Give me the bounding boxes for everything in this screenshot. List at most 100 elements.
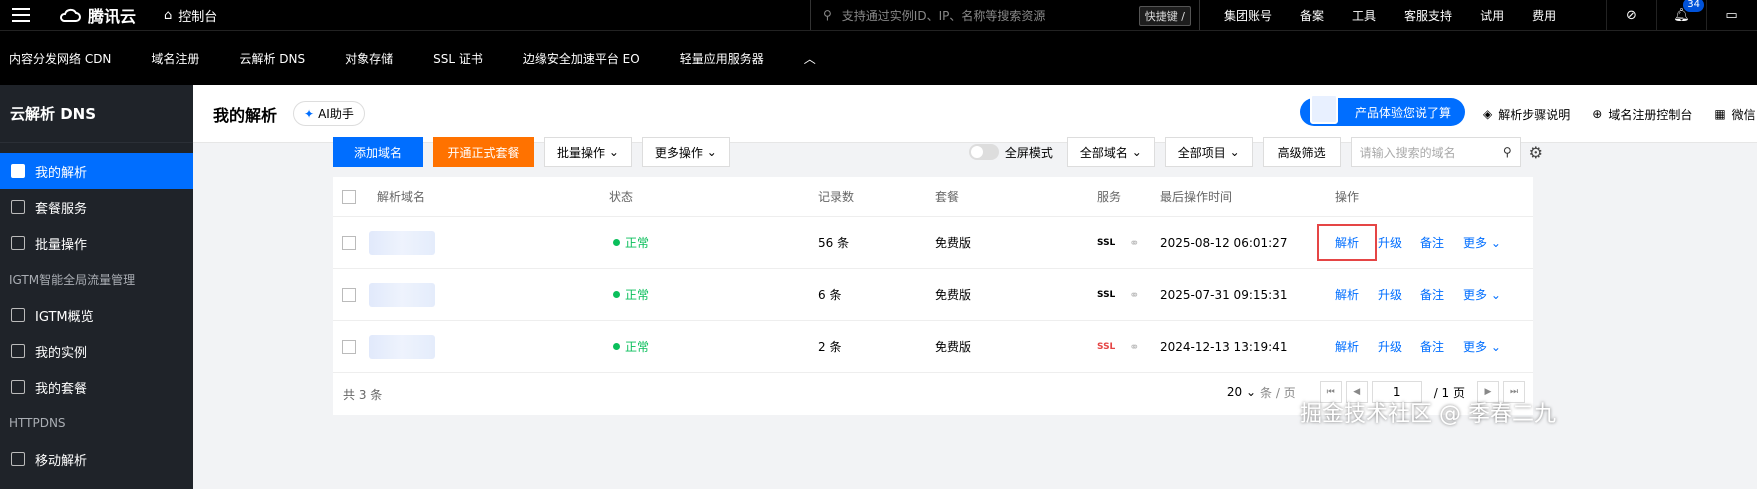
remark-link[interactable]: 备注 bbox=[1420, 217, 1444, 268]
col-records: 记录数 bbox=[818, 190, 855, 204]
gear-icon[interactable]: ⚙ bbox=[1529, 143, 1543, 162]
wechat-link[interactable]: ▦ 微信 bbox=[1714, 106, 1755, 123]
ssl-badge[interactable]: SSL bbox=[1097, 342, 1115, 352]
search-icon: ⚲ bbox=[823, 8, 832, 22]
link-icon[interactable]: ⚭ bbox=[1129, 236, 1139, 250]
remark-link[interactable]: 备注 bbox=[1420, 321, 1444, 372]
support-icon[interactable]: ⊘ bbox=[1606, 0, 1656, 30]
domain-search-input[interactable]: 请输入搜索的域名 ⚲ bbox=[1350, 137, 1521, 167]
more-dropdown[interactable]: 更多 ⌄ bbox=[1463, 321, 1501, 372]
menu-icon[interactable] bbox=[0, 0, 42, 30]
domain-name-redacted[interactable] bbox=[369, 230, 435, 255]
col-service: 服务 bbox=[1097, 190, 1122, 204]
nav-group-account[interactable]: 集团账号 bbox=[1210, 7, 1286, 24]
sidebar-item-igtm-overview[interactable]: IGTM概览 bbox=[0, 297, 193, 333]
product-dns[interactable]: 云解析 DNS bbox=[229, 50, 305, 67]
all-domains-select[interactable]: 全部域名 ⌄ bbox=[1066, 137, 1155, 167]
page-title: 我的解析 bbox=[213, 105, 278, 125]
upgrade-link[interactable]: 升级 bbox=[1378, 321, 1402, 372]
more-dropdown[interactable]: 更多 ⌄ bbox=[1463, 217, 1501, 268]
sidebar-item-plans[interactable]: 套餐服务 bbox=[0, 189, 193, 225]
sidebar-item-mobile-dns[interactable]: 移动解析 bbox=[0, 441, 193, 477]
domain-console-link[interactable]: ⊕ 域名注册控制台 bbox=[1592, 106, 1692, 123]
domain-name-redacted[interactable] bbox=[369, 334, 435, 359]
batch-ops-dropdown[interactable]: 批量操作 ⌄ bbox=[544, 137, 632, 167]
link-icon[interactable]: ⚭ bbox=[1129, 288, 1139, 302]
plan-name: 免费版 bbox=[935, 340, 972, 354]
nav-tools[interactable]: 工具 bbox=[1338, 7, 1390, 24]
add-domain-button[interactable]: 添加域名 bbox=[333, 137, 423, 167]
product-eo[interactable]: 边缘安全加速平台 EO bbox=[513, 50, 640, 67]
page-size-select[interactable]: 20 ⌄ bbox=[1227, 385, 1256, 399]
upgrade-link[interactable]: 升级 bbox=[1378, 269, 1402, 320]
nav-trial[interactable]: 试用 bbox=[1466, 7, 1518, 24]
ssl-badge[interactable]: SSL bbox=[1097, 290, 1115, 300]
global-search[interactable]: ⚲ 支持通过实例ID、IP、名称等搜索资源 快捷键 / bbox=[810, 0, 1200, 30]
ai-assistant-button[interactable]: ✦ AI助手 bbox=[293, 101, 365, 126]
cloud-icon bbox=[60, 8, 81, 22]
resolve-link[interactable]: 解析 bbox=[1316, 224, 1378, 261]
chevron-down-icon: ⌄ bbox=[1490, 235, 1501, 250]
all-projects-label: 全部项目 bbox=[1177, 145, 1226, 160]
nav-billing[interactable]: 费用 bbox=[1518, 7, 1570, 24]
status-dot bbox=[613, 343, 620, 350]
records-count: 6 条 bbox=[818, 288, 842, 302]
top-bar: 腾讯云 ⌂ 控制台 ⚲ 支持通过实例ID、IP、名称等搜索资源 快捷键 / 集团… bbox=[0, 0, 1757, 30]
open-plan-button[interactable]: 开通正式套餐 bbox=[433, 137, 534, 167]
col-plan: 套餐 bbox=[935, 190, 960, 204]
sidebar-item-label: 我的实例 bbox=[35, 345, 88, 361]
search-placeholder: 请输入搜索的域名 bbox=[1359, 145, 1456, 160]
more-ops-dropdown[interactable]: 更多操作 ⌄ bbox=[641, 137, 730, 167]
collapse-icon[interactable]: ︿ bbox=[794, 50, 816, 67]
nav-support[interactable]: 客服支持 bbox=[1390, 7, 1466, 24]
row-checkbox[interactable] bbox=[342, 339, 356, 354]
content: 添加域名 开通正式套餐 批量操作 ⌄ 更多操作 ⌄ 全屏模式 全部域名 ⌄ 全部… bbox=[333, 137, 1543, 415]
upgrade-link[interactable]: 升级 bbox=[1378, 217, 1402, 268]
product-domain[interactable]: 域名注册 bbox=[141, 50, 199, 67]
product-ssl[interactable]: SSL 证书 bbox=[423, 50, 483, 67]
domain-name-redacted[interactable] bbox=[369, 282, 435, 307]
all-projects-select[interactable]: 全部项目 ⌄ bbox=[1164, 137, 1253, 167]
batch-icon bbox=[11, 236, 25, 250]
sidebar-item-my-plans[interactable]: 我的套餐 bbox=[0, 369, 193, 405]
last-op-time: 2025-07-31 09:15:31 bbox=[1160, 287, 1288, 302]
grid-icon bbox=[11, 308, 25, 322]
total-count: 共 3 条 bbox=[343, 387, 383, 402]
advanced-filter-button[interactable]: 高级筛选 bbox=[1262, 137, 1341, 167]
table-row: 正常 6 条 免费版 SSL ⚭ 2025-07-31 09:15:31 解析 升… bbox=[333, 269, 1533, 321]
resolve-link[interactable]: 解析 bbox=[1335, 269, 1359, 320]
product-bar: 内容分发网络 CDN 域名注册 云解析 DNS 对象存储 SSL 证书 边缘安全… bbox=[0, 30, 1757, 85]
toolbar: 添加域名 开通正式套餐 批量操作 ⌄ 更多操作 ⌄ 全屏模式 全部域名 ⌄ 全部… bbox=[333, 137, 1543, 167]
sidebar-item-label: 我的解析 bbox=[35, 165, 88, 181]
console-link[interactable]: ⌂ 控制台 bbox=[164, 6, 217, 25]
message-icon[interactable]: ▭ bbox=[1706, 0, 1756, 30]
sidebar-item-batch[interactable]: 批量操作 bbox=[0, 225, 193, 261]
product-cdn[interactable]: 内容分发网络 CDN bbox=[0, 50, 111, 67]
survey-doc-icon bbox=[1310, 94, 1338, 124]
product-cos[interactable]: 对象存储 bbox=[335, 50, 393, 67]
notification-badge: 34 bbox=[1683, 0, 1704, 12]
bell-icon[interactable]: 🔔︎ 34 bbox=[1656, 0, 1706, 30]
page-header: 我的解析 ✦ AI助手 产品体验您说了算 ◈ 解析步骤说明 ⊕ 域名注册控制台 ▦ 微信 bbox=[193, 85, 1757, 143]
remark-link[interactable]: 备注 bbox=[1420, 269, 1444, 320]
select-all-checkbox[interactable] bbox=[342, 189, 356, 204]
guide-link[interactable]: ◈ 解析步骤说明 bbox=[1483, 106, 1570, 123]
fullscreen-toggle[interactable] bbox=[968, 144, 999, 160]
batch-label: 批量操作 bbox=[557, 145, 606, 160]
promo-banner[interactable]: 产品体验您说了算 bbox=[1300, 94, 1465, 126]
brand-name: 腾讯云 bbox=[88, 7, 137, 26]
nav-record[interactable]: 备案 bbox=[1286, 7, 1338, 24]
ssl-badge[interactable]: SSL bbox=[1097, 238, 1115, 248]
chevron-down-icon: ⌄ bbox=[1490, 339, 1501, 354]
sidebar-item-instances[interactable]: 我的实例 bbox=[0, 333, 193, 369]
more-dropdown[interactable]: 更多 ⌄ bbox=[1463, 269, 1501, 320]
row-checkbox[interactable] bbox=[342, 235, 356, 250]
row-checkbox[interactable] bbox=[342, 287, 356, 302]
resolve-link[interactable]: 解析 bbox=[1335, 321, 1359, 372]
brand-logo[interactable]: 腾讯云 bbox=[58, 3, 136, 27]
sidebar-group-igtm: IGTM智能全局流量管理 bbox=[9, 272, 136, 287]
more-label: 更多 bbox=[1463, 288, 1488, 302]
sidebar-item-my-dns[interactable]: 我的解析 bbox=[0, 153, 193, 189]
product-lighthouse[interactable]: 轻量应用服务器 bbox=[670, 50, 764, 67]
link-icon[interactable]: ⚭ bbox=[1129, 340, 1139, 354]
